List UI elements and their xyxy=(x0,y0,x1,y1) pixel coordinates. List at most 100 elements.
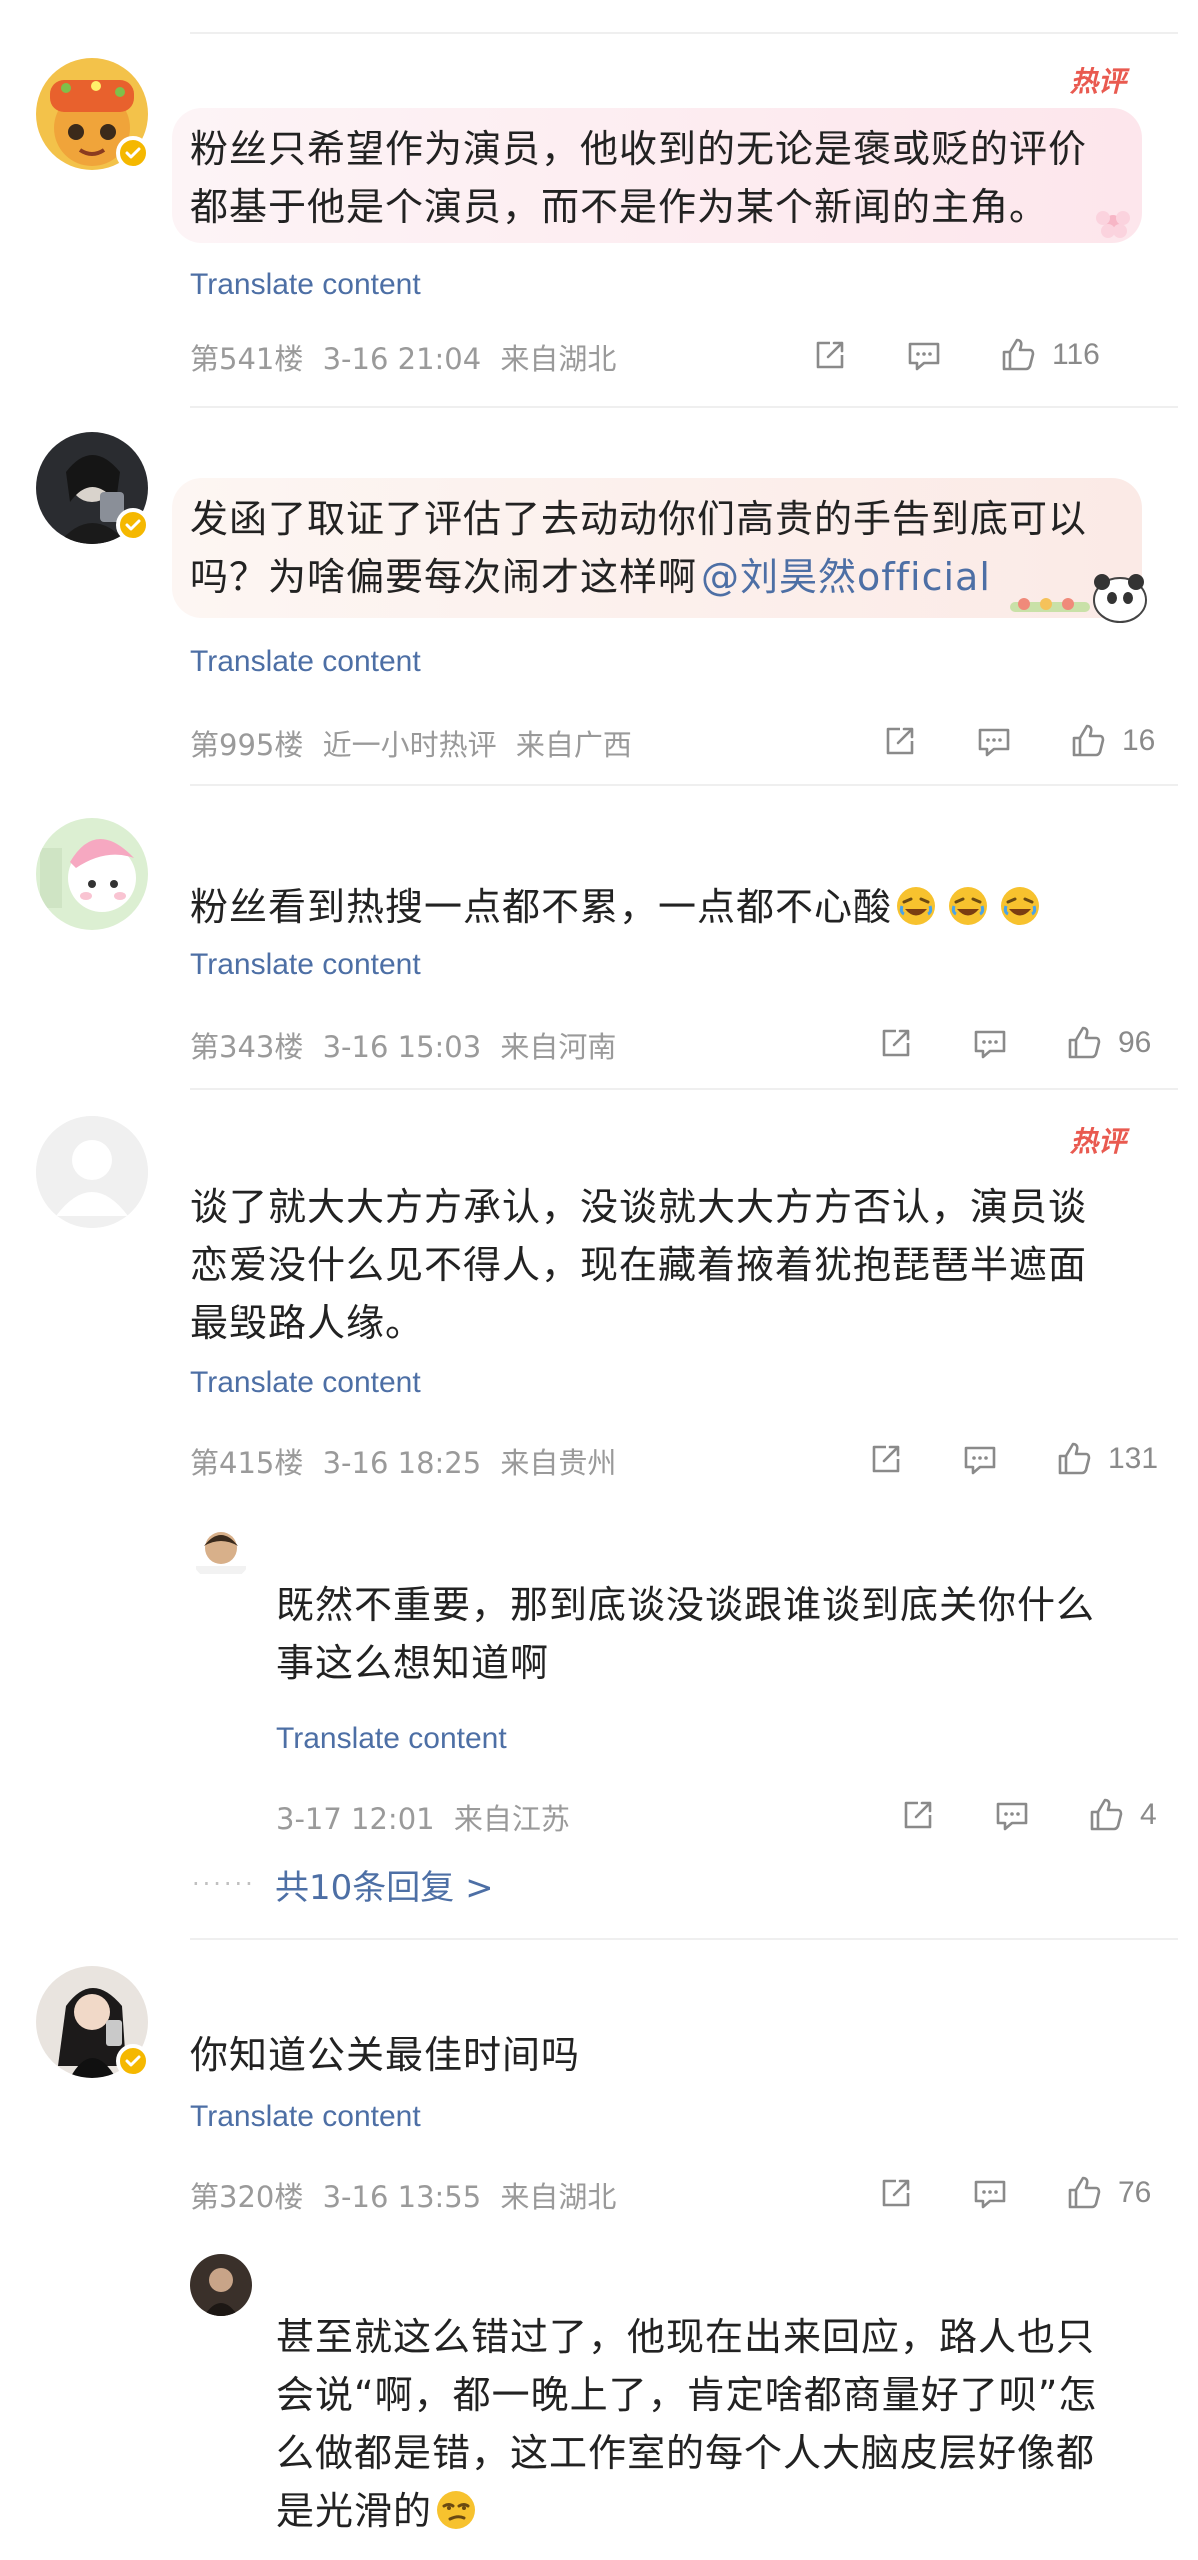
like-button[interactable]: 96 xyxy=(1064,1023,1151,1063)
share-button[interactable] xyxy=(810,335,850,375)
reply-thread-dots: ······ xyxy=(192,1870,256,1898)
reply-button[interactable] xyxy=(970,2173,1010,2213)
comment-meta: 第541楼 3-16 21:04 来自湖北 xyxy=(190,336,616,378)
comment-location: 来自广西 xyxy=(515,728,632,762)
comment-location: 来自河南 xyxy=(500,1030,617,1064)
comment-meta: 第995楼 近一小时热评 来自广西 xyxy=(190,722,632,764)
mention-link[interactable]: @刘昊然official xyxy=(701,555,991,599)
like-count: 96 xyxy=(1118,1026,1152,1059)
like-icon xyxy=(1072,724,1105,757)
comment-icon xyxy=(964,1446,996,1475)
view-more-replies-link[interactable]: 共10条回复 > xyxy=(275,1860,494,1909)
share-icon xyxy=(886,727,914,755)
reply-button[interactable] xyxy=(974,721,1014,761)
share-icon xyxy=(816,341,844,369)
comment-divider xyxy=(190,784,1178,786)
share-button[interactable] xyxy=(866,1439,906,1479)
reply-actions: 4 xyxy=(898,1790,1188,1840)
like-button[interactable]: 116 xyxy=(998,335,1100,375)
comment-divider xyxy=(190,1088,1178,1090)
like-count: 131 xyxy=(1108,1442,1159,1475)
like-count: 76 xyxy=(1118,2176,1152,2209)
hot-comment-badge: 热评 xyxy=(1070,65,1127,98)
comment-icon xyxy=(974,1030,1006,1059)
comment-time: 3-16 18:25 xyxy=(322,1446,482,1480)
comment-time: 3-16 21:04 xyxy=(322,342,482,376)
reply-button[interactable] xyxy=(960,1439,1000,1479)
comment-icon xyxy=(978,728,1010,757)
translate-link[interactable]: Translate content xyxy=(190,268,421,302)
share-icon xyxy=(904,1801,932,1829)
like-count: 4 xyxy=(1140,1798,1157,1831)
like-button[interactable]: 131 xyxy=(1054,1439,1158,1479)
translate-link[interactable]: Translate content xyxy=(190,948,421,982)
like-button[interactable]: 16 xyxy=(1068,721,1155,761)
comment-actions: 76 xyxy=(876,2168,1186,2218)
comment-location: 来自湖北 xyxy=(500,2180,617,2214)
translate-link[interactable]: Translate content xyxy=(190,645,421,679)
like-button[interactable]: 4 xyxy=(1086,1795,1157,1835)
comment-actions: 96 xyxy=(876,1018,1176,1068)
reply-text: 既然不重要，那到底谈没谈跟谁谈到底关你什么 事这么想知道啊 xyxy=(276,1583,1096,1685)
floor-number: 第415楼 xyxy=(190,1446,304,1480)
reply-button[interactable] xyxy=(904,335,944,375)
reply-time: 3-17 12:01 xyxy=(276,1802,435,1836)
comment-text: 你知道公关最佳时间吗 xyxy=(190,2033,581,2077)
smirk-emoji-icon xyxy=(434,2488,478,2532)
like-icon xyxy=(1058,1442,1091,1475)
comment-icon xyxy=(996,1802,1028,1831)
like-icon xyxy=(1068,2176,1101,2209)
floor-number: 第995楼 xyxy=(190,728,304,762)
comment-location: 来自湖北 xyxy=(500,342,617,376)
verified-badge-icon xyxy=(116,508,150,542)
reply-button[interactable] xyxy=(992,1795,1032,1835)
verified-badge-icon xyxy=(116,2044,150,2078)
share-button[interactable] xyxy=(880,721,920,761)
like-icon xyxy=(1068,1026,1101,1059)
floor-number: 第541楼 xyxy=(190,342,304,376)
comment-divider xyxy=(190,1938,1178,1940)
user-avatar[interactable] xyxy=(36,1116,148,1228)
share-icon xyxy=(882,2179,910,2207)
comment-text: 发函了取证了评估了去动动你们高贵的手告到底可以 吗？为啥偏要每次闹才这样啊 @刘昊… xyxy=(190,497,1088,599)
share-button[interactable] xyxy=(876,2173,916,2213)
comment-icon xyxy=(908,342,940,371)
hot-comment-badge: 热评 xyxy=(1070,1125,1127,1158)
comment-text: 粉丝只希望作为演员，他收到的无论是褒或贬的评价 都基于他是个演员，而不是作为某个… xyxy=(190,127,1088,229)
translate-link[interactable]: Translate content xyxy=(190,2100,421,2134)
verified-badge-icon xyxy=(116,136,150,170)
like-icon xyxy=(1002,338,1035,371)
comment-time: 3-16 15:03 xyxy=(322,1030,482,1064)
comment-text: 粉丝看到热搜一点都不累，一点都不心酸 xyxy=(190,878,1042,936)
comment-icon xyxy=(974,2180,1006,2209)
reply-text: 甚至就这么错过了，他现在出来回应，路人也只 会说“啊，都一晚上了，肯定啥都商量好… xyxy=(276,2315,1098,2533)
floor-number: 第320楼 xyxy=(190,2180,304,2214)
comment-time: 3-16 13:55 xyxy=(322,2180,482,2214)
comment-meta: 第343楼 3-16 15:03 来自河南 xyxy=(190,1024,616,1066)
like-button[interactable]: 76 xyxy=(1064,2173,1151,2213)
top-divider xyxy=(190,32,1178,34)
comment-meta: 第415楼 3-16 18:25 来自贵州 xyxy=(190,1440,616,1482)
translate-link[interactable]: Translate content xyxy=(190,1366,421,1400)
comment-meta: 第320楼 3-16 13:55 来自湖北 xyxy=(190,2174,616,2216)
floor-number: 第343楼 xyxy=(190,1030,304,1064)
comment-time: 近一小时热评 xyxy=(322,728,497,762)
rofl-emoji-icon xyxy=(946,884,990,928)
reply-user-avatar[interactable] xyxy=(190,2254,252,2316)
share-icon xyxy=(882,1029,910,1057)
comment-text: 谈了就大大方方承认，没谈就大大方方否认，演员谈 恋爱没什么见不得人，现在藏着掖着… xyxy=(190,1185,1088,1345)
like-icon xyxy=(1090,1798,1123,1831)
comment-location: 来自贵州 xyxy=(500,1446,617,1480)
flower-decoration xyxy=(1090,200,1136,246)
reply-button[interactable] xyxy=(970,1023,1010,1063)
reply-meta: 3-17 12:01 来自江苏 xyxy=(276,1796,570,1838)
reply-user-avatar[interactable] xyxy=(190,1520,252,1582)
share-button[interactable] xyxy=(876,1023,916,1063)
comment-actions: 131 xyxy=(866,1434,1186,1484)
rofl-emoji-icon xyxy=(894,884,938,928)
share-button[interactable] xyxy=(898,1795,938,1835)
rofl-emoji-icon xyxy=(998,884,1042,928)
translate-link[interactable]: Translate content xyxy=(276,1722,507,1756)
user-avatar[interactable] xyxy=(36,818,148,930)
share-icon xyxy=(872,1445,900,1473)
